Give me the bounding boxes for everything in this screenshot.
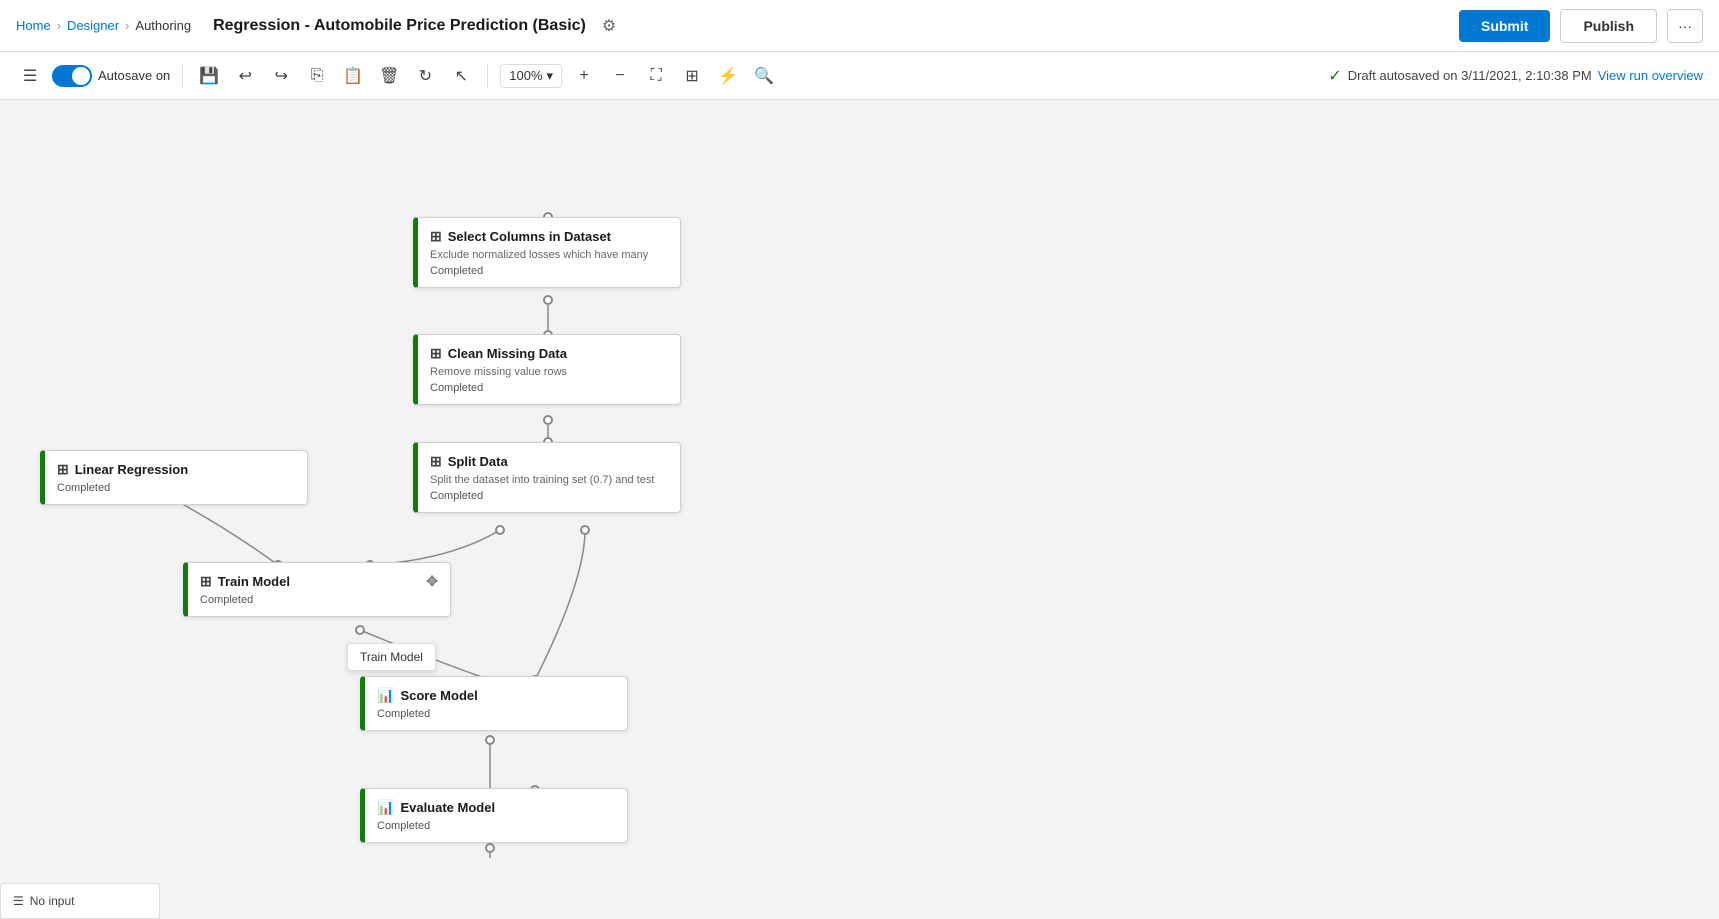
split-data-desc: Split the dataset into training set (0.7… xyxy=(430,474,668,486)
linear-regression-status: Completed xyxy=(57,482,295,494)
fit-icon[interactable]: ⛶ xyxy=(642,62,670,90)
breadcrumb-sep2: › xyxy=(125,18,129,33)
conn-dot-train-bottom xyxy=(355,625,365,635)
clean-missing-desc: Remove missing value rows xyxy=(430,366,668,378)
settings2-icon[interactable]: ⚡ xyxy=(714,62,742,90)
select-columns-title: ⊞ Select Columns in Dataset xyxy=(430,228,668,245)
autosave-toggle-container: Autosave on xyxy=(52,65,170,87)
copy-icon[interactable]: ⎘ xyxy=(303,62,331,90)
autosave-toggle[interactable] xyxy=(52,65,92,87)
paste-icon[interactable]: 📋 xyxy=(339,62,367,90)
connection-lines xyxy=(0,100,1719,919)
clean-missing-icon: ⊞ xyxy=(430,345,442,362)
linear-regression-icon: ⊞ xyxy=(57,461,69,478)
train-model-icon: ⊞ xyxy=(200,573,212,590)
conn-dot-evaluate-bottom xyxy=(485,843,495,853)
breadcrumb-designer[interactable]: Designer xyxy=(67,18,119,33)
toggle-knob xyxy=(72,67,90,85)
publish-button[interactable]: Publish xyxy=(1560,9,1657,43)
top-bar: Home › Designer › Authoring Regression -… xyxy=(0,0,1719,52)
delete-icon[interactable]: 🗑 xyxy=(375,62,403,90)
canvas: ⊞ Select Columns in Dataset Exclude norm… xyxy=(0,100,1719,919)
bottom-panel-icon: ☰ xyxy=(13,894,24,908)
autosave-status: ✓ Draft autosaved on 3/11/2021, 2:10:38 … xyxy=(1328,66,1703,86)
zoom-display[interactable]: 100% ▾ xyxy=(500,64,562,88)
view-run-link[interactable]: View run overview xyxy=(1598,68,1703,83)
search-icon[interactable]: 🔍 xyxy=(750,62,778,90)
undo-icon[interactable]: ↩ xyxy=(231,62,259,90)
train-model-node[interactable]: ⊞ Train Model ✥ Completed xyxy=(183,562,451,617)
split-data-icon: ⊞ xyxy=(430,453,442,470)
sidebar-toggle-icon[interactable]: ☰ xyxy=(16,62,44,90)
autosave-label: Autosave on xyxy=(98,68,170,83)
train-model-move-icon: ✥ xyxy=(426,573,438,590)
select-columns-desc: Exclude normalized losses which have man… xyxy=(430,249,668,261)
evaluate-model-icon: 📊 xyxy=(377,799,394,816)
evaluate-model-title: 📊 Evaluate Model xyxy=(377,799,615,816)
breadcrumb-home[interactable]: Home xyxy=(16,18,51,33)
clean-missing-status: Completed xyxy=(430,382,668,394)
select-columns-node[interactable]: ⊞ Select Columns in Dataset Exclude norm… xyxy=(413,217,681,288)
grid-icon[interactable]: ⊞ xyxy=(678,62,706,90)
save-icon[interactable]: 💾 xyxy=(195,62,223,90)
train-model-status: Completed xyxy=(200,594,438,606)
score-model-icon: 📊 xyxy=(377,687,394,704)
linear-regression-node[interactable]: ⊞ Linear Regression Completed xyxy=(40,450,308,505)
select-columns-status: Completed xyxy=(430,265,668,277)
submit-button[interactable]: Submit xyxy=(1459,10,1550,42)
toolbar: ☰ Autosave on 💾 ↩ ↪ ⎘ 📋 🗑 ↻ ↖ 100% ▾ + −… xyxy=(0,52,1719,100)
score-model-title: 📊 Score Model xyxy=(377,687,615,704)
zoom-in-icon[interactable]: + xyxy=(570,62,598,90)
score-model-status: Completed xyxy=(377,708,615,720)
bottom-panel-label: No input xyxy=(30,894,75,908)
more-button[interactable]: ··· xyxy=(1667,9,1703,43)
evaluate-model-node[interactable]: 📊 Evaluate Model Completed xyxy=(360,788,628,843)
split-data-title: ⊞ Split Data xyxy=(430,453,668,470)
autosave-check-icon: ✓ xyxy=(1328,66,1341,86)
conn-dot-split-left xyxy=(495,525,505,535)
train-model-title: ⊞ Train Model ✥ xyxy=(200,573,438,590)
conn-dot-select-bottom xyxy=(543,295,553,305)
bottom-panel[interactable]: ☰ No input xyxy=(0,883,160,919)
refresh-icon[interactable]: ↻ xyxy=(411,62,439,90)
breadcrumb-current: Authoring xyxy=(135,18,191,33)
cursor-icon[interactable]: ↖ xyxy=(447,62,475,90)
conn-dot-score-bottom xyxy=(485,735,495,745)
train-model-tooltip: Train Model xyxy=(347,643,436,671)
zoom-chevron: ▾ xyxy=(547,68,554,84)
select-columns-icon: ⊞ xyxy=(430,228,442,245)
sep2 xyxy=(487,64,488,88)
clean-missing-node[interactable]: ⊞ Clean Missing Data Remove missing valu… xyxy=(413,334,681,405)
breadcrumb-sep1: › xyxy=(57,18,61,33)
evaluate-model-status: Completed xyxy=(377,820,615,832)
sep1 xyxy=(182,64,183,88)
redo-icon[interactable]: ↪ xyxy=(267,62,295,90)
top-bar-right: Submit Publish ··· xyxy=(1459,9,1703,43)
zoom-value: 100% xyxy=(509,68,542,83)
conn-dot-split-right xyxy=(580,525,590,535)
linear-regression-title: ⊞ Linear Regression xyxy=(57,461,295,478)
page-title: Regression - Automobile Price Prediction… xyxy=(213,17,586,35)
score-model-node[interactable]: 📊 Score Model Completed xyxy=(360,676,628,731)
gear-icon[interactable]: ⚙ xyxy=(602,16,616,36)
conn-dot-clean-bottom xyxy=(543,415,553,425)
clean-missing-title: ⊞ Clean Missing Data xyxy=(430,345,668,362)
breadcrumb: Home › Designer › Authoring xyxy=(16,18,191,33)
top-bar-left: Home › Designer › Authoring Regression -… xyxy=(16,16,616,36)
split-data-status: Completed xyxy=(430,490,668,502)
autosave-text: Draft autosaved on 3/11/2021, 2:10:38 PM xyxy=(1348,68,1592,83)
split-data-node[interactable]: ⊞ Split Data Split the dataset into trai… xyxy=(413,442,681,513)
zoom-out-icon[interactable]: − xyxy=(606,62,634,90)
